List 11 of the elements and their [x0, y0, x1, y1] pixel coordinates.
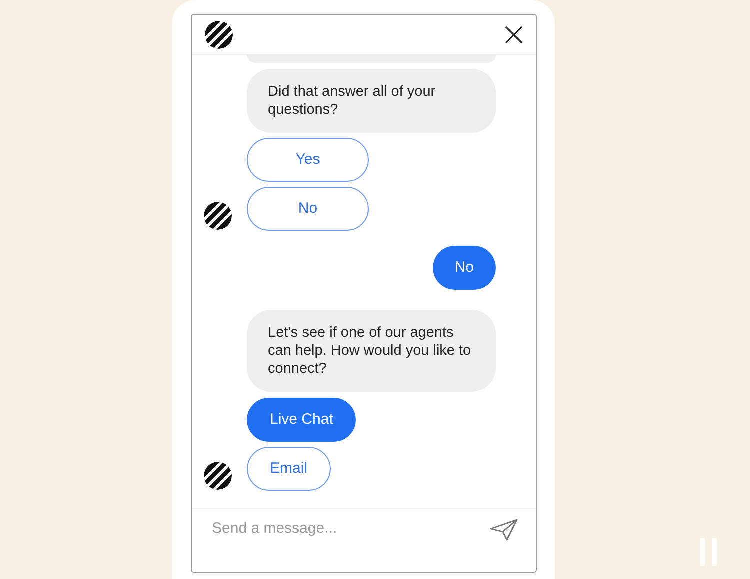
send-icon[interactable] [490, 518, 518, 540]
message-bubble: Did that answer all of your questions? [247, 69, 496, 133]
message-input[interactable]: Send a message... [212, 518, 462, 541]
reply-button[interactable]: Live Chat [247, 398, 356, 442]
reply-button[interactable]: Yes [247, 138, 369, 182]
logo-icon [204, 20, 234, 50]
reply-button[interactable]: Email [247, 447, 331, 491]
message-bubble: Let's see if one of our agents can help. How would you like to connect? [247, 310, 496, 392]
close-button[interactable] [504, 24, 524, 44]
message-bubble: No [432, 246, 496, 290]
reply-button[interactable]: No [247, 187, 369, 231]
